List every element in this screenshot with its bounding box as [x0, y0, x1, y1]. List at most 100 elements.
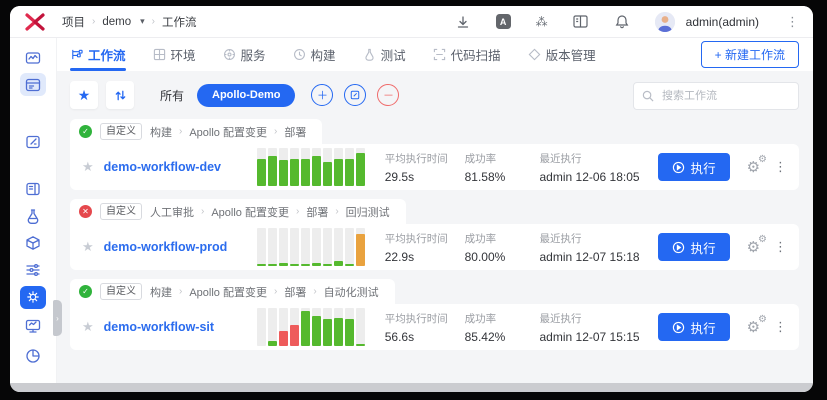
success-rate-metric: 成功率 80.00%: [464, 232, 506, 264]
stage-path: 构建 › Apollo 配置变更 › 部署 › 自动化测试: [150, 286, 379, 299]
remove-filter-button[interactable]: －: [377, 84, 400, 106]
row-more-icon[interactable]: ⋮: [774, 239, 787, 255]
favorite-star-icon[interactable]: ★: [82, 159, 104, 175]
docs-icon[interactable]: [573, 14, 589, 30]
workflow-name-link[interactable]: demo-workflow-prod: [104, 240, 257, 254]
workflow-name-link[interactable]: demo-workflow-sit: [104, 320, 257, 334]
workflow-name-link[interactable]: demo-workflow-dev: [104, 160, 257, 174]
username-label[interactable]: admin(admin): [686, 15, 759, 29]
favorites-filter-button[interactable]: ★: [70, 81, 98, 109]
bell-icon[interactable]: [614, 14, 630, 30]
favorite-star-icon[interactable]: ★: [82, 239, 104, 255]
add-filter-button[interactable]: ＋: [311, 84, 334, 106]
sidebar-item-reports[interactable]: [20, 343, 46, 369]
sidebar-item-artifacts[interactable]: [20, 232, 46, 255]
sidebar-item-testing[interactable]: [20, 205, 46, 228]
workflow-list-panel: ★ 所有 Apollo-Demo ＋ － 搜索工作流 ✓ 自定义 构建 › Ap…: [56, 71, 813, 383]
stage-path: 人工审批 › Apollo 配置变更 › 部署 › 回归测试: [150, 206, 390, 219]
history-bar: [333, 228, 343, 266]
run-button[interactable]: 执行: [657, 233, 730, 261]
breadcrumb-project-select[interactable]: demo: [102, 16, 131, 28]
history-bar: [278, 308, 288, 346]
module-tab-bar: 工作流 环境 服务 构建 测试 代码扫描 版本管理 + 新建工作流: [56, 38, 813, 71]
row-more-icon[interactable]: ⋮: [774, 159, 787, 175]
filter-row: ★ 所有 Apollo-Demo ＋ －: [70, 80, 799, 110]
workflow-card-header: ✓✕ 自定义 构建› Apollo 配置变更› 部署› 自动化测试: [70, 279, 395, 304]
tab-version-management[interactable]: 版本管理: [528, 38, 596, 71]
sidebar-item-workflows[interactable]: [20, 73, 46, 97]
breadcrumb-separator: ›: [151, 16, 155, 27]
tab-label: 代码扫描: [450, 49, 501, 63]
avg-time-metric: 平均执行时间 56.6s: [384, 312, 448, 344]
play-icon: [672, 241, 684, 253]
translate-icon[interactable]: A: [495, 14, 511, 29]
new-workflow-button[interactable]: + 新建工作流: [700, 41, 799, 68]
sort-button[interactable]: [106, 81, 134, 109]
sidebar-item-applications[interactable]: [20, 177, 46, 200]
tab-workflow[interactable]: 工作流: [70, 38, 126, 71]
history-bar: [311, 228, 321, 266]
tab-service[interactable]: 服务: [223, 38, 266, 71]
filter-all-label[interactable]: 所有: [160, 87, 184, 104]
history-bar: [278, 228, 288, 266]
history-bar: [278, 148, 288, 186]
history-bar: [267, 228, 277, 266]
tab-environment[interactable]: 环境: [153, 38, 196, 71]
history-bar: [311, 148, 321, 186]
sparkle-icon[interactable]: ⁂: [536, 15, 548, 29]
sidebar-item-monitor[interactable]: [20, 313, 46, 339]
history-bar: [344, 228, 354, 266]
tab-label: 服务: [240, 49, 266, 63]
sidebar-item-settings[interactable]: [20, 285, 46, 309]
sidebar-bottom-group: [20, 313, 46, 383]
left-sidebar: ›: [10, 38, 62, 383]
history-bar: [344, 308, 354, 346]
row-more-icon[interactable]: ⋮: [774, 319, 787, 335]
tab-code-scan[interactable]: 代码扫描: [433, 38, 501, 71]
settings-gears-icon[interactable]: ⚙ ⚙: [747, 234, 767, 255]
project-filter-pill[interactable]: Apollo-Demo: [197, 83, 296, 107]
history-bar: [322, 148, 332, 186]
settings-gears-icon[interactable]: ⚙ ⚙: [747, 314, 767, 335]
breadcrumb: 项目 › demo ▾ › 工作流: [62, 14, 197, 30]
search-input[interactable]: [660, 89, 790, 103]
stage-path: 构建 › Apollo 配置变更 › 部署: [150, 126, 307, 139]
run-button[interactable]: 执行: [657, 313, 730, 341]
settings-gears-icon[interactable]: ⚙ ⚙: [747, 154, 767, 175]
last-execution-metric: 最近执行 admin 12-07 15:18: [539, 232, 640, 264]
topbar-actions: A ⁂ admin(admin) ⋮: [455, 11, 799, 32]
sidebar-item-overview[interactable]: [20, 46, 46, 69]
sidebar-item-editor[interactable]: [20, 130, 46, 153]
history-bar: [333, 308, 343, 346]
last-execution-metric: 最近执行 admin 12-06 18:05: [539, 152, 640, 184]
tab-test[interactable]: 测试: [363, 38, 406, 71]
breadcrumb-root[interactable]: 项目: [62, 14, 85, 30]
search-box: [633, 82, 799, 110]
sidebar-item-pipelines[interactable]: [20, 259, 46, 282]
more-menu-icon[interactable]: ⋮: [786, 14, 799, 30]
history-bar: [300, 228, 310, 266]
run-button[interactable]: 执行: [657, 153, 730, 181]
star-icon: ★: [77, 87, 91, 103]
app-window: 项目 › demo ▾ › 工作流 A ⁂ admin(admin) ⋮ › 工…: [10, 6, 813, 392]
history-bar: [256, 308, 266, 346]
avg-time-metric: 平均执行时间 22.9s: [384, 232, 448, 264]
workflow-card-header: ✓✕ 自定义 构建› Apollo 配置变更› 部署: [70, 119, 323, 144]
brand-logo-icon[interactable]: [24, 12, 46, 32]
history-bar: [300, 148, 310, 186]
sidebar-expand-handle[interactable]: ›: [53, 300, 62, 336]
tab-label: 测试: [380, 49, 406, 63]
history-bar: [355, 308, 365, 346]
download-icon[interactable]: [455, 14, 471, 30]
user-avatar[interactable]: [654, 11, 675, 32]
history-bar: [355, 148, 365, 186]
chevron-down-icon[interactable]: ▾: [140, 16, 145, 27]
custom-tag: 自定义: [100, 283, 142, 300]
favorite-star-icon[interactable]: ★: [82, 319, 104, 335]
breadcrumb-separator: ›: [92, 16, 96, 27]
tab-build[interactable]: 构建: [293, 38, 336, 71]
edit-filter-button[interactable]: [344, 84, 367, 106]
custom-tag: 自定义: [100, 123, 142, 140]
history-bar: [256, 148, 266, 186]
window-bottom-edge: [10, 383, 813, 392]
